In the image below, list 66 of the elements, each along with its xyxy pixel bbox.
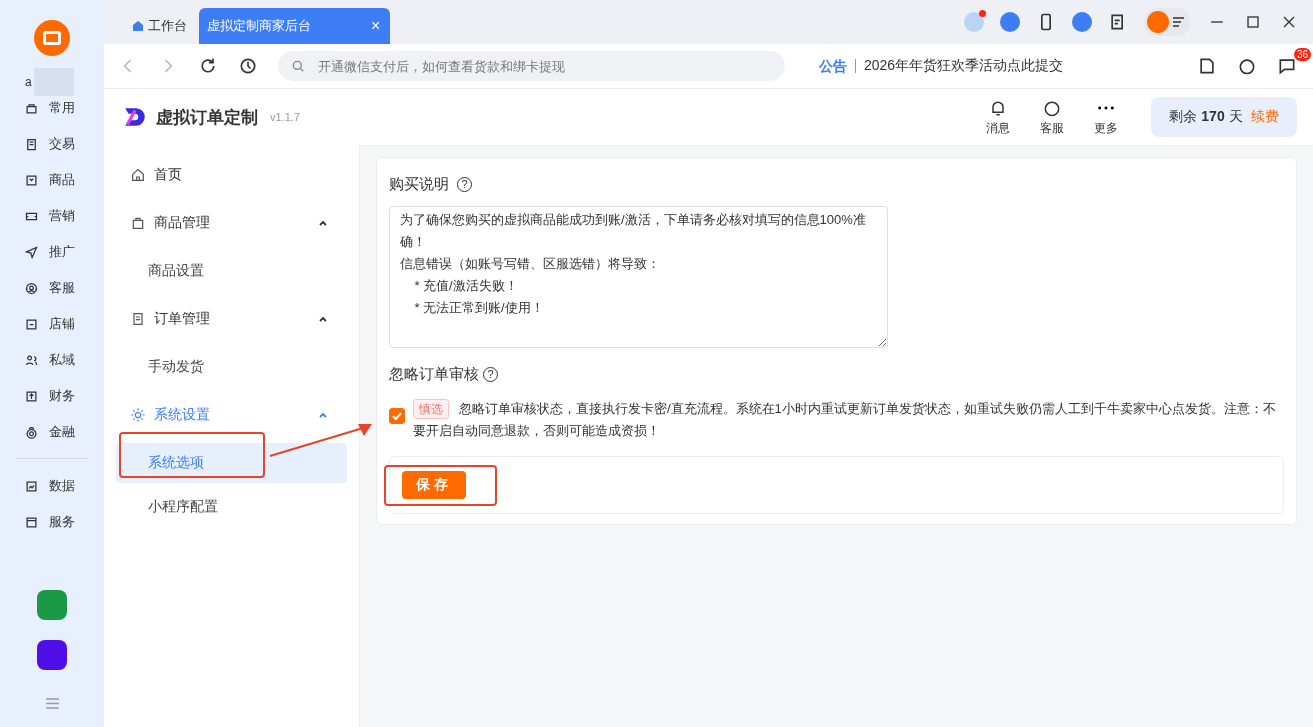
tab-close-button[interactable]: ×	[371, 17, 381, 35]
search-field[interactable]: 开通微信支付后，如何查看货款和绑卡提现	[278, 51, 785, 81]
menu-icon	[24, 172, 39, 188]
notice-link[interactable]: 2026年年货狂欢季活动点此提交	[864, 57, 1064, 75]
checkbox[interactable]	[389, 408, 405, 424]
menu-icon	[24, 514, 39, 530]
menu-icon	[24, 136, 39, 152]
chat-icon[interactable]	[1277, 56, 1297, 76]
store-switch-button[interactable]	[1144, 8, 1191, 36]
rail-menu-item[interactable]: 常用	[0, 90, 104, 126]
rail-menu-item[interactable]: 私域	[0, 342, 104, 378]
caution-tag: 慎选	[413, 399, 449, 419]
header-action[interactable]: 更多	[1079, 97, 1133, 137]
app-shortcut-icon[interactable]	[37, 640, 67, 670]
nav-icon	[130, 311, 146, 327]
nav-subitem[interactable]: 手动发货	[116, 347, 347, 387]
nav-subitem[interactable]: 系统选项	[116, 443, 347, 483]
user-name: a	[25, 75, 32, 89]
history-icon[interactable]	[238, 56, 258, 76]
menu-icon	[24, 352, 39, 368]
version-label: v1.1.7	[270, 111, 300, 123]
menu-icon	[24, 388, 39, 404]
menu-icon	[24, 478, 39, 494]
search-icon	[290, 58, 306, 74]
nav-item[interactable]: 订单管理	[104, 295, 359, 343]
option-description: 慎选 忽略订单审核状态，直接执行发卡密/直充流程。系统在1小时内重试更新订单发货状态，如重试失败仍需人工到千牛卖家中心点发货。注意：不要开启自动同意退款，否则可能造成资损！	[413, 398, 1277, 440]
rail-menu-item[interactable]: 商品	[0, 162, 104, 198]
app-shortcut-icon[interactable]	[37, 590, 67, 620]
rail-menu-item[interactable]: 金融	[0, 414, 104, 450]
rail-menu-item[interactable]: 交易	[0, 126, 104, 162]
store-avatar-icon[interactable]	[34, 20, 70, 56]
browser-tab[interactable]: 虚拟定制商家后台 ×	[199, 8, 391, 44]
field-label: 购买说明	[389, 174, 449, 194]
nav-item[interactable]: 系统设置	[104, 391, 359, 439]
rail-menu-item[interactable]: 客服	[0, 270, 104, 306]
nav-icon	[130, 407, 146, 423]
header-action[interactable]: 客服	[1025, 97, 1079, 137]
rail-menu-item[interactable]: 服务	[0, 504, 104, 540]
menu-icon	[24, 424, 39, 440]
rail-menu-item[interactable]: 推广	[0, 234, 104, 270]
nav-subitem[interactable]: 商品设置	[116, 251, 347, 291]
field-label: 忽略订单审核	[389, 364, 479, 384]
lines-icon	[1173, 17, 1185, 27]
more-icon	[1098, 105, 1114, 110]
nav-icon	[130, 167, 146, 183]
nav-icon	[130, 215, 146, 231]
menu-icon	[24, 244, 39, 260]
menu-icon[interactable]	[45, 698, 59, 709]
rail-menu-item[interactable]: 财务	[0, 378, 104, 414]
rail-menu-item[interactable]: 营销	[0, 198, 104, 234]
remaining-days: 剩余 170 天	[1169, 108, 1243, 126]
nav-item[interactable]: 商品管理	[104, 199, 359, 247]
nav-subitem[interactable]: 小程序配置	[116, 487, 347, 527]
rail-menu-item[interactable]: 数据	[0, 468, 104, 504]
menu-icon	[24, 280, 39, 296]
rail-menu-item[interactable]: 店铺	[0, 306, 104, 342]
nav-item[interactable]: 首页	[104, 151, 359, 199]
message-count-badge: 36	[1293, 48, 1311, 61]
home-icon	[132, 20, 144, 32]
refresh-icon[interactable]	[198, 56, 218, 76]
notice-label: 公告	[819, 59, 856, 73]
app-name: 虚拟订单定制	[156, 106, 258, 129]
browser-tab[interactable]: 工作台	[128, 8, 199, 44]
purchase-notes-field[interactable]: 为了确保您购买的虚拟商品能成功到账/激活，下单请务必核对填写的信息100%准确！ 信息错误（如账号写错、区服选错）将导致： * 充值/激活失败！ * 无法正常到账/使用！	[389, 206, 888, 348]
menu-icon	[24, 316, 39, 332]
header-action[interactable]: 消息	[971, 97, 1025, 137]
